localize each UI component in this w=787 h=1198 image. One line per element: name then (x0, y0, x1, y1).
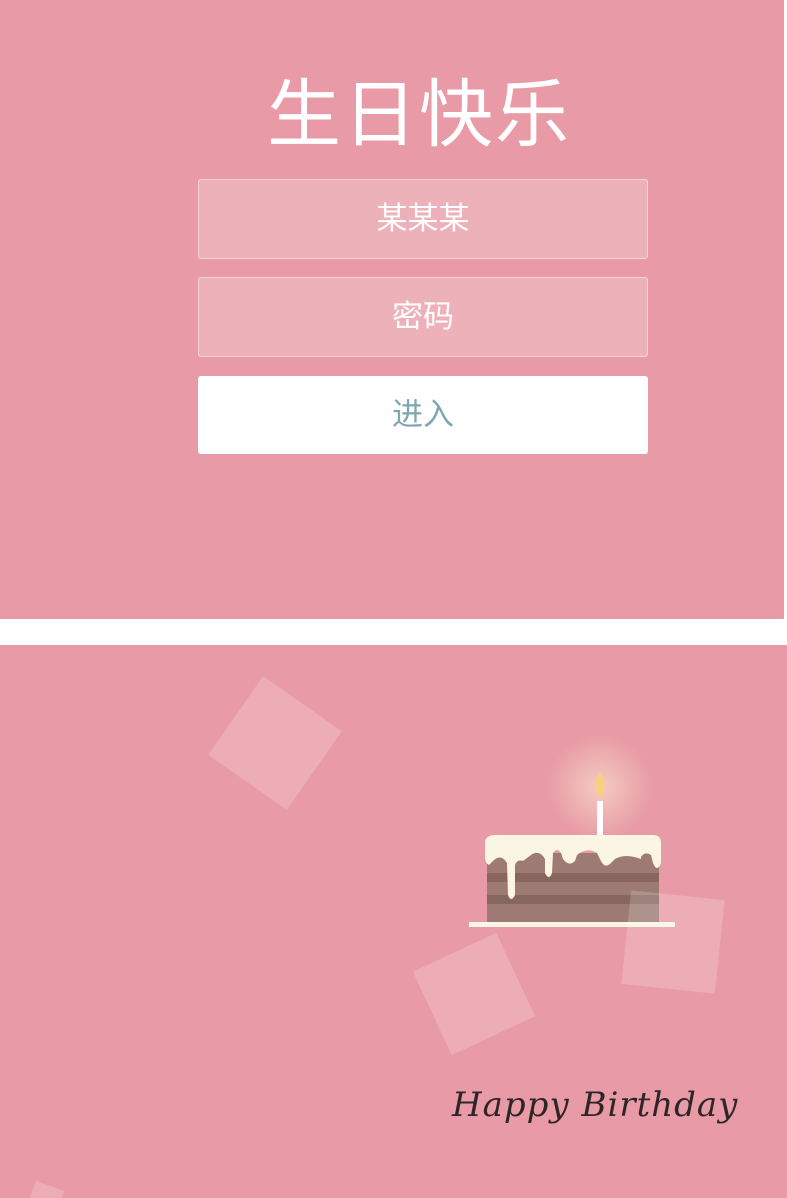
candle-icon (548, 735, 652, 843)
confetti-square (412, 932, 536, 1056)
password-input[interactable]: 密码 (198, 277, 648, 357)
card-signature: Happy Birthday (452, 1085, 739, 1125)
confetti-square (208, 676, 342, 810)
confetti-square (25, 1180, 65, 1198)
page-title: 生日快乐 (267, 72, 571, 158)
username-input[interactable]: 某某某 (198, 179, 648, 259)
login-panel: 生日快乐 某某某 密码 进入 (0, 0, 784, 619)
confetti-square (621, 890, 725, 994)
enter-button[interactable]: 进入 (198, 376, 648, 454)
birthday-card-panel: Happy Birthday (0, 645, 787, 1198)
